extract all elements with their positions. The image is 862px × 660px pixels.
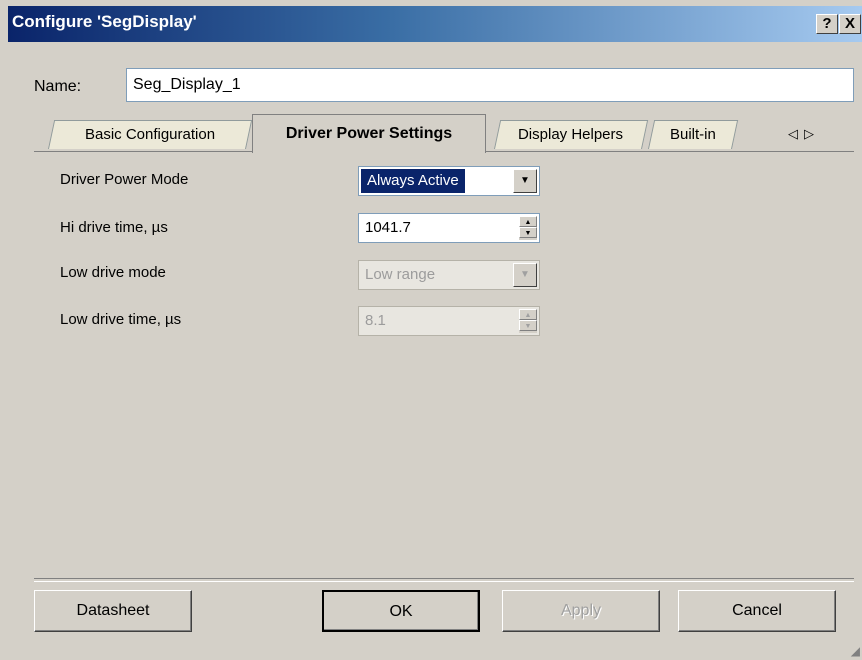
low-drive-time-value: 8.1 bbox=[365, 312, 386, 329]
close-button[interactable]: X bbox=[839, 14, 861, 34]
tab-strip: Basic Configuration Driver Power Setting… bbox=[8, 106, 862, 153]
resize-grip-icon[interactable]: ◢ bbox=[851, 644, 860, 658]
hi-drive-time-field[interactable]: 1041.7 ▲ ▼ bbox=[358, 213, 540, 243]
low-drive-mode-select: Low range ▼ bbox=[358, 260, 540, 290]
spin-up-icon: ▲ bbox=[519, 309, 537, 320]
driver-power-mode-select[interactable]: Always Active ▼ bbox=[358, 166, 540, 196]
name-label: Name: bbox=[34, 78, 82, 95]
spin-down-icon[interactable]: ▼ bbox=[519, 227, 537, 238]
tab-label: Basic Configuration bbox=[84, 126, 216, 143]
cancel-button[interactable]: Cancel bbox=[678, 590, 836, 632]
apply-button: Apply bbox=[502, 590, 660, 632]
low-drive-mode-value: Low range bbox=[365, 266, 436, 283]
spin-down-icon: ▼ bbox=[519, 320, 537, 331]
low-drive-time-field: 8.1 ▲ ▼ bbox=[358, 306, 540, 336]
chevron-down-icon: ▼ bbox=[513, 263, 537, 287]
hi-drive-time-label: Hi drive time, µs bbox=[60, 219, 168, 236]
tab-display-helpers[interactable]: Display Helpers bbox=[494, 120, 649, 149]
chevron-down-icon[interactable]: ▼ bbox=[513, 169, 537, 193]
hi-drive-time-value: 1041.7 bbox=[365, 219, 411, 236]
dialog-client-area: Name: Basic Configuration Driver Power S… bbox=[8, 42, 862, 660]
low-drive-time-spinner: ▲ ▼ bbox=[519, 309, 537, 333]
low-drive-mode-label: Low drive mode bbox=[60, 264, 166, 281]
hi-drive-time-spinner[interactable]: ▲ ▼ bbox=[519, 216, 537, 240]
tab-label: Built-in bbox=[670, 126, 716, 143]
tab-driver-power-settings[interactable]: Driver Power Settings bbox=[252, 114, 486, 153]
ok-button[interactable]: OK bbox=[322, 590, 480, 632]
driver-power-mode-label: Driver Power Mode bbox=[60, 171, 189, 188]
tab-label: Display Helpers bbox=[518, 126, 624, 143]
low-drive-time-label: Low drive time, µs bbox=[60, 311, 182, 328]
tab-scroll-right-icon[interactable]: ▷ bbox=[804, 126, 820, 141]
button-separator bbox=[34, 578, 854, 582]
tab-scroll-left-icon[interactable]: ◁ bbox=[788, 126, 804, 141]
tab-basic-configuration[interactable]: Basic Configuration bbox=[48, 120, 253, 149]
tab-scroll-arrows[interactable]: ◁▷ bbox=[788, 126, 820, 142]
tab-built-in[interactable]: Built-in bbox=[648, 120, 739, 149]
title-bar[interactable]: Configure 'SegDisplay' ? X bbox=[8, 6, 862, 42]
driver-power-mode-value: Always Active bbox=[361, 169, 465, 193]
name-input[interactable] bbox=[126, 68, 854, 102]
tab-label: Driver Power Settings bbox=[285, 125, 453, 142]
window-title: Configure 'SegDisplay' bbox=[12, 12, 197, 31]
datasheet-button[interactable]: Datasheet bbox=[34, 590, 192, 632]
spin-up-icon[interactable]: ▲ bbox=[519, 216, 537, 227]
help-button[interactable]: ? bbox=[816, 14, 838, 34]
